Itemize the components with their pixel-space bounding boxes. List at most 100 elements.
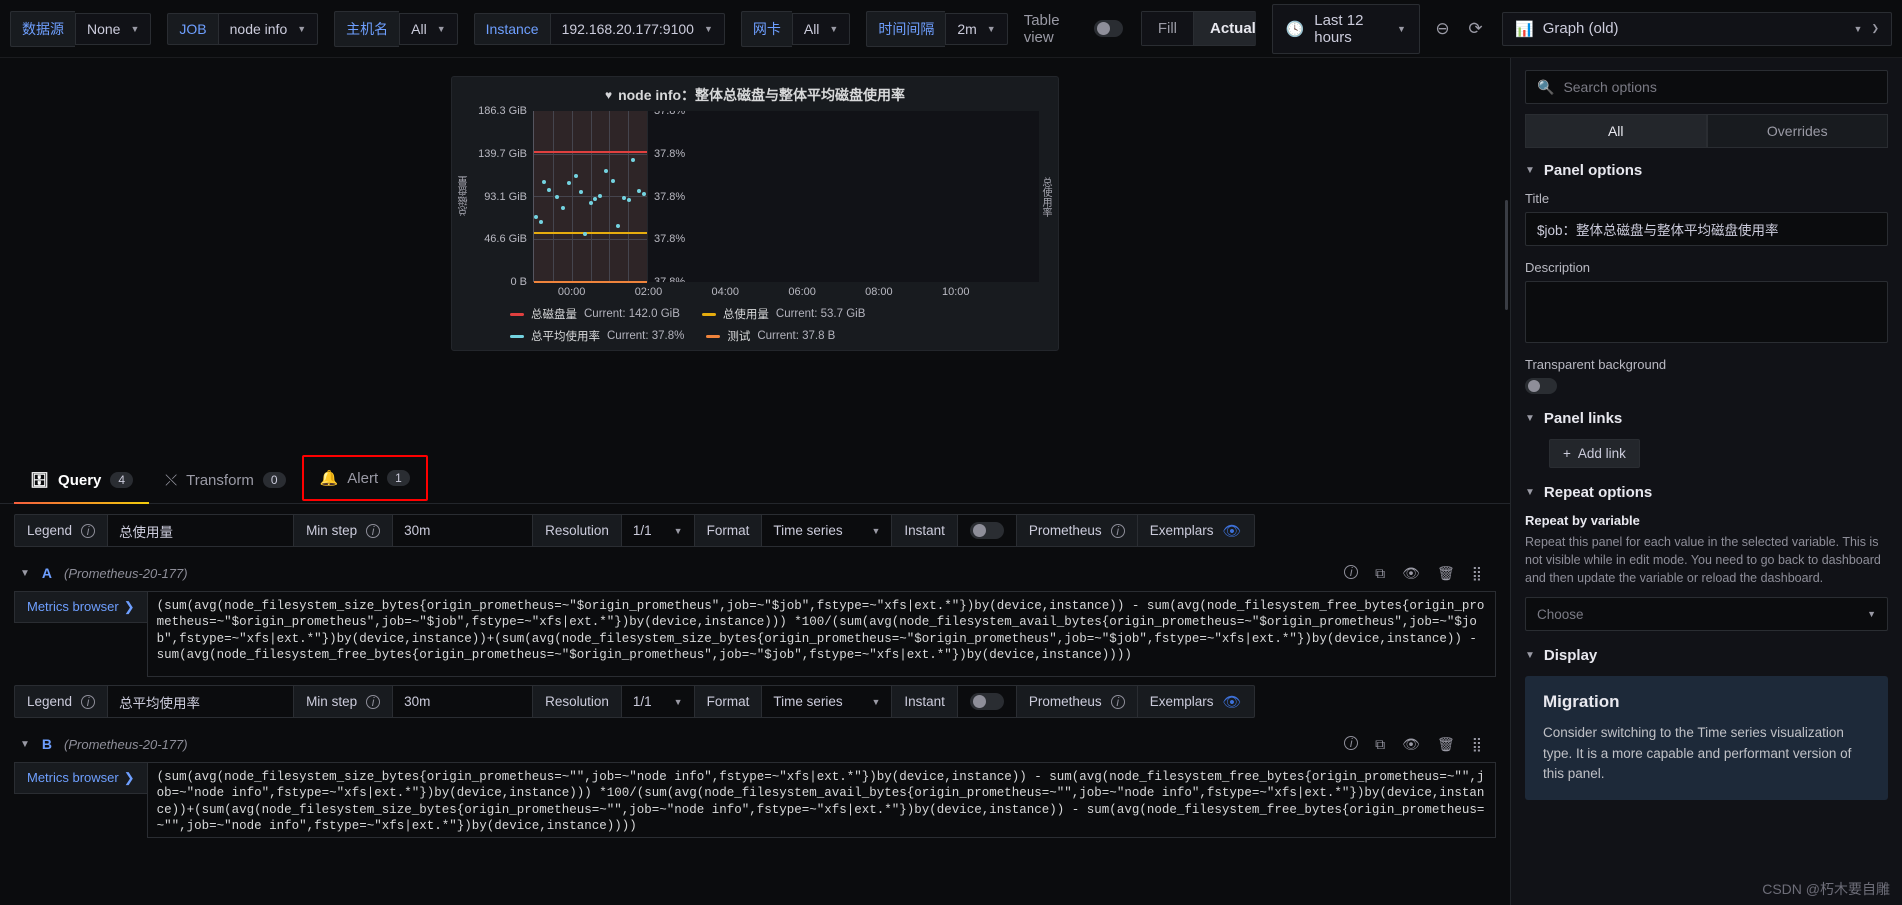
variable-text-hostname: All — [411, 20, 427, 37]
zoom-out-icon[interactable]: ⊖ — [1426, 12, 1459, 46]
visualization-picker[interactable]: 📊 Graph (old) ▼ ❯ — [1502, 11, 1892, 46]
info-icon[interactable]: i — [366, 694, 381, 709]
fill-button[interactable]: Fill — [1140, 11, 1193, 46]
instant-switch-a[interactable] — [969, 522, 1004, 539]
info-icon[interactable]: i — [1344, 564, 1359, 579]
description-textarea[interactable] — [1525, 281, 1888, 343]
tab-transform[interactable]: ⤬ Transform 0 — [149, 457, 302, 503]
info-icon[interactable]: i — [81, 694, 96, 709]
query-code-b[interactable]: (sum(avg(node_filesystem_size_bytes{orig… — [146, 762, 1496, 838]
clock-icon: 🕓 — [1285, 20, 1305, 38]
variable-value-job[interactable]: node info ▼ — [217, 12, 319, 45]
chart-panel: ♥ node info：整体总磁盘与整体平均磁盘使用率 总磁盘量 186.3 G… — [451, 76, 1059, 351]
time-range-picker[interactable]: 🕓 Last 12 hours ▼ — [1271, 3, 1420, 54]
query-actions-b: i ⧉ 👁 🗑 ⣿ — [1344, 735, 1490, 753]
chevron-down-icon: ▼ — [1525, 165, 1535, 176]
drag-handle-icon[interactable]: ⣿ — [1472, 736, 1482, 753]
info-icon[interactable]: i — [1110, 694, 1125, 709]
tab-query-count: 4 — [110, 472, 134, 488]
tab-alert[interactable]: 🔔 Alert 1 — [301, 455, 428, 501]
variable-instance[interactable]: Instance 192.168.20.177:9100 ▼ — [473, 12, 725, 45]
format-select-b[interactable]: Time series ▼ — [761, 685, 892, 718]
legend-input-b[interactable]: 总平均使用率 — [107, 685, 294, 718]
repeat-variable-select[interactable]: Choose ▼ — [1525, 597, 1888, 632]
x-tick: 04:00 — [711, 286, 740, 298]
exemplars-a[interactable]: Exemplars 👁 — [1136, 514, 1255, 547]
grid-line — [628, 111, 630, 281]
hide-query-icon[interactable]: 👁 — [1402, 736, 1420, 753]
repeat-options-header[interactable]: ▼ Repeat options — [1525, 484, 1888, 501]
variable-nic[interactable]: 网卡 All ▼ — [740, 10, 851, 47]
content-scrollbar[interactable] — [1505, 200, 1508, 310]
plot-grid[interactable] — [533, 111, 647, 283]
table-view-switch[interactable] — [1093, 20, 1123, 37]
instant-toggle-b[interactable] — [956, 685, 1016, 718]
chevron-right-icon[interactable]: ❯ — [1871, 23, 1879, 34]
chevron-down-icon[interactable]: ▼ — [20, 568, 30, 579]
legend-item[interactable]: 测试 Current: 37.8 B — [706, 328, 835, 344]
tab-query[interactable]: 🗄 Query 4 — [14, 457, 150, 504]
min-step-input-b[interactable]: 30m — [392, 685, 533, 718]
title-input[interactable]: $job：整体总磁盘与整体平均磁盘使用率 — [1525, 212, 1888, 246]
instant-switch-b[interactable] — [969, 693, 1004, 710]
legend-item[interactable]: 总使用量 Current: 53.7 GiB — [701, 306, 865, 322]
hide-query-icon[interactable]: 👁 — [1402, 565, 1420, 582]
section-display: ▼ Display Migration Consider switching t… — [1525, 647, 1888, 801]
min-step-input-a[interactable]: 30m — [392, 514, 533, 547]
fill-actual-group[interactable]: Fill Actual — [1140, 11, 1256, 46]
search-options[interactable]: 🔍 Search options — [1525, 70, 1888, 104]
variable-job[interactable]: JOB node info ▼ — [167, 12, 319, 45]
display-header[interactable]: ▼ Display — [1525, 647, 1888, 664]
variable-value-instance[interactable]: 192.168.20.177:9100 ▼ — [549, 12, 725, 45]
info-icon[interactable]: i — [81, 523, 96, 538]
panel-links-header[interactable]: ▼ Panel links — [1525, 410, 1888, 427]
panel-options-header[interactable]: ▼ Panel options — [1525, 162, 1888, 179]
tab-overrides[interactable]: Overrides — [1706, 114, 1888, 148]
legend-input-a[interactable]: 总使用量 — [107, 514, 294, 547]
eye-icon[interactable]: 👁 — [1222, 693, 1241, 711]
query-header-b[interactable]: ▼ B (Prometheus-20-177) i ⧉ 👁 🗑 ⣿ — [14, 726, 1496, 762]
exemplars-b[interactable]: Exemplars 👁 — [1136, 685, 1255, 718]
info-icon[interactable]: i — [366, 523, 381, 538]
query-header-a[interactable]: ▼ A (Prometheus-20-177) i ⧉ 👁 🗑 ⣿ — [14, 555, 1496, 591]
search-input[interactable]: Search options — [1563, 79, 1656, 95]
migration-callout: Migration Consider switching to the Time… — [1525, 676, 1888, 801]
instant-toggle-a[interactable] — [956, 514, 1016, 547]
legend-item[interactable]: 总平均使用率 Current: 37.8% — [510, 328, 684, 344]
variable-datasource[interactable]: 数据源 None ▼ — [10, 10, 152, 47]
variable-value-datasource[interactable]: None ▼ — [75, 12, 152, 45]
metrics-browser-b[interactable]: Metrics browser ❯ — [14, 762, 147, 794]
actual-button[interactable]: Actual — [1193, 11, 1256, 46]
delete-query-icon[interactable]: 🗑 — [1437, 565, 1455, 582]
query-code-a[interactable]: (sum(avg(node_filesystem_size_bytes{orig… — [146, 591, 1496, 677]
variable-value-interval[interactable]: 2m ▼ — [945, 12, 1008, 45]
variable-value-hostname[interactable]: All ▼ — [399, 12, 458, 45]
top-toolbar: 数据源 None ▼ JOB node info ▼ 主机名 All ▼ Ins… — [0, 0, 1902, 58]
refresh-icon[interactable]: ⟳ — [1459, 12, 1492, 46]
chart-legend: 总磁盘量 Current: 142.0 GiB 总使用量 Current: 53.7 … — [458, 302, 1052, 344]
duplicate-query-icon[interactable]: ⧉ — [1375, 565, 1385, 582]
metrics-browser-a[interactable]: Metrics browser ❯ — [14, 591, 147, 623]
duplicate-query-icon[interactable]: ⧉ — [1375, 736, 1385, 753]
delete-query-icon[interactable]: 🗑 — [1437, 736, 1455, 753]
add-link-button[interactable]: + Add link — [1549, 439, 1640, 468]
exemplars-text-b: Exemplars — [1149, 694, 1214, 709]
table-view-toggle[interactable]: Table view — [1024, 12, 1123, 46]
transparent-background-toggle[interactable] — [1525, 378, 1557, 394]
format-select-a[interactable]: Time series ▼ — [761, 514, 892, 547]
variable-hostname[interactable]: 主机名 All ▼ — [334, 10, 458, 47]
variable-value-nic[interactable]: All ▼ — [791, 12, 851, 45]
tab-all[interactable]: All — [1525, 114, 1707, 148]
chevron-down-icon: ▼ — [1525, 650, 1535, 662]
legend-item[interactable]: 总磁盘量 Current: 142.0 GiB — [510, 306, 680, 322]
info-icon[interactable]: i — [1110, 523, 1125, 538]
eye-icon[interactable]: 👁 — [1222, 522, 1241, 540]
chevron-down-icon[interactable]: ▼ — [20, 739, 30, 750]
resolution-select-b[interactable]: 1/1 ▼ — [620, 685, 694, 718]
drag-handle-icon[interactable]: ⣿ — [1472, 565, 1482, 582]
info-icon[interactable]: i — [1344, 735, 1359, 750]
resolution-select-a[interactable]: 1/1 ▼ — [620, 514, 694, 547]
visualization-name: Graph (old) — [1542, 20, 1619, 37]
variable-interval[interactable]: 时间间隔 2m ▼ — [866, 10, 1008, 47]
variable-label-hostname: 主机名 — [334, 10, 400, 47]
